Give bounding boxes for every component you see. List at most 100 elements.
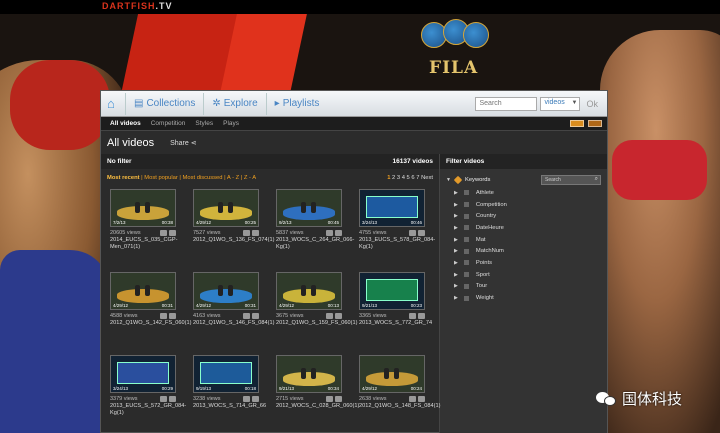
video-thumbnail[interactable]: 9/21/13 00:34 <box>276 355 342 393</box>
video-card[interactable]: 4/29/12 00:24 2638 views 2012_Q1WO_S_148… <box>359 355 440 433</box>
filter-item[interactable]: ▶ Sport <box>454 269 607 281</box>
keywords-row[interactable]: ▼ Keywords Search ⌕ <box>440 169 607 187</box>
expand-icon[interactable]: ▶ <box>454 213 458 219</box>
video-card[interactable]: 9/21/13 00:34 2715 views 2012_WOCS_C_028… <box>276 355 359 433</box>
sort-most-discussed[interactable]: Most discussed <box>183 175 223 181</box>
video-thumbnail[interactable]: 4/29/12 00:31 <box>110 272 176 310</box>
video-thumbnail[interactable]: 9/21/13 00:23 <box>359 272 425 310</box>
share-button[interactable]: Share ⋖ <box>170 139 197 147</box>
playlist-add-icon[interactable] <box>169 396 176 402</box>
video-title[interactable]: 2014_EUCS_S_035_CGP-Men_071(1) <box>110 237 177 251</box>
video-card[interactable]: 4/29/12 00:25 7527 views 2012_Q1WO_S_136… <box>193 189 274 268</box>
playlist-add-icon[interactable] <box>169 230 176 236</box>
video-title[interactable]: 2012_Q1WO_S_142_FS_060(1) <box>110 320 191 327</box>
playlist-add-icon[interactable] <box>335 396 342 402</box>
video-thumbnail[interactable]: 3/24/13 00:29 <box>110 355 176 393</box>
nav-explore[interactable]: ✲ Explore <box>203 92 265 115</box>
playlist-add-icon[interactable] <box>335 313 342 319</box>
checkbox[interactable] <box>463 283 469 289</box>
video-title[interactable]: 2013_EUCS_S_578_GR_084-Kg(1) <box>359 237 435 251</box>
filter-item[interactable]: ▶ Competition <box>454 199 607 211</box>
comment-icon[interactable] <box>243 396 250 402</box>
tab-plays[interactable]: Plays <box>218 120 244 127</box>
video-title[interactable]: 2013_WOCS_S_714_GR_66 <box>193 403 266 410</box>
video-card[interactable]: 7/2/13 00:38 20605 views 2014_EUCS_S_035… <box>110 189 177 268</box>
video-card[interactable]: 9/2/13 00:45 5837 views 2013_WOCS_C_264_… <box>276 189 354 268</box>
comment-icon[interactable] <box>409 396 416 402</box>
expand-icon[interactable]: ▶ <box>454 190 458 196</box>
sort-a-z[interactable]: A - Z <box>227 175 239 181</box>
video-thumbnail[interactable]: 9/19/13 00:18 <box>193 355 259 393</box>
video-thumbnail[interactable]: 7/2/13 00:38 <box>110 189 176 227</box>
playlist-add-icon[interactable] <box>252 396 259 402</box>
video-card[interactable]: 4/29/12 00:13 3675 views 2012_Q1WO_S_159… <box>276 272 357 351</box>
home-icon[interactable]: ⌂ <box>107 96 121 111</box>
video-title[interactable]: 2013_EUCS_S_572_GR_084-Kg(1) <box>110 403 186 417</box>
filter-search-input[interactable]: Search ⌕ <box>541 175 601 185</box>
video-thumbnail[interactable]: 3/24/13 00:46 <box>359 189 425 227</box>
checkbox[interactable] <box>463 272 469 278</box>
expand-icon[interactable]: ▶ <box>454 272 458 278</box>
filter-item[interactable]: ▶ Mat <box>454 234 607 246</box>
checkbox[interactable] <box>463 248 469 254</box>
collapse-icon[interactable]: ▼ <box>446 177 451 183</box>
search-icon[interactable]: ⌕ <box>595 176 598 183</box>
checkbox[interactable] <box>463 295 469 301</box>
video-card[interactable]: 9/19/13 00:18 3238 views 2013_WOCS_S_714… <box>193 355 266 433</box>
expand-icon[interactable]: ▶ <box>454 248 458 254</box>
grid-view-icon[interactable] <box>570 120 584 127</box>
video-title[interactable]: 2012_WOCS_C_028_GR_060(1) <box>276 403 359 410</box>
playlist-add-icon[interactable] <box>252 313 259 319</box>
expand-icon[interactable]: ▶ <box>454 225 458 231</box>
sort-z-a[interactable]: Z - A <box>244 175 256 181</box>
comment-icon[interactable] <box>160 396 167 402</box>
playlist-add-icon[interactable] <box>418 396 425 402</box>
comment-icon[interactable] <box>160 313 167 319</box>
tab-styles[interactable]: Styles <box>190 120 218 127</box>
comment-icon[interactable] <box>409 230 416 236</box>
page-current[interactable]: 1 <box>387 175 390 181</box>
comment-icon[interactable] <box>409 313 416 319</box>
filter-item[interactable]: ▶ Points <box>454 257 607 269</box>
search-input[interactable] <box>475 96 538 111</box>
video-title[interactable]: 2012_Q1WO_S_146_FS_084(1) <box>193 320 274 327</box>
playlist-add-icon[interactable] <box>418 313 425 319</box>
video-card[interactable]: 3/24/13 00:46 4755 views 2013_EUCS_S_578… <box>359 189 435 268</box>
video-thumbnail[interactable]: 4/29/12 00:13 <box>276 272 342 310</box>
video-title[interactable]: 2012_Q1WO_S_159_FS_060(1) <box>276 320 357 327</box>
playlist-add-icon[interactable] <box>252 230 259 236</box>
checkbox[interactable] <box>463 237 469 243</box>
page-links[interactable]: 2 3 4 5 6 7 <box>392 175 419 181</box>
filter-item[interactable]: ▶ Tour <box>454 281 607 293</box>
playlist-add-icon[interactable] <box>418 230 425 236</box>
expand-icon[interactable]: ▶ <box>454 295 458 301</box>
expand-icon[interactable]: ▶ <box>454 202 458 208</box>
filter-item[interactable]: ▶ Athlete <box>454 187 607 199</box>
video-title[interactable]: 2013_WOCS_S_772_GR_74 <box>359 320 432 327</box>
playlist-add-icon[interactable] <box>335 230 342 236</box>
filter-item[interactable]: ▶ DateHeure <box>454 222 607 234</box>
tab-all-videos[interactable]: All videos <box>105 120 146 127</box>
video-card[interactable]: 3/24/13 00:29 3379 views 2013_EUCS_S_572… <box>110 355 186 433</box>
video-title[interactable]: 2013_WOCS_C_264_GR_066-Kg(1) <box>276 237 354 251</box>
expand-icon[interactable]: ▶ <box>454 260 458 266</box>
nav-playlists[interactable]: ▸ Playlists <box>265 92 328 115</box>
comment-icon[interactable] <box>326 396 333 402</box>
checkbox[interactable] <box>463 213 469 219</box>
filter-item[interactable]: ▶ MatchNum <box>454 245 607 257</box>
comment-icon[interactable] <box>326 313 333 319</box>
video-card[interactable]: 4/29/12 00:31 4588 views 2012_Q1WO_S_142… <box>110 272 191 351</box>
comment-icon[interactable] <box>243 230 250 236</box>
checkbox[interactable] <box>463 260 469 266</box>
dartfish-logo[interactable]: DARTFISH.TV <box>102 1 173 11</box>
video-thumbnail[interactable]: 4/29/12 00:31 <box>193 272 259 310</box>
video-title[interactable]: 2012_Q1WO_S_148_FS_084(1) <box>359 403 440 410</box>
nav-collections[interactable]: ▤ Collections <box>125 92 203 115</box>
video-title[interactable]: 2012_Q1WO_S_136_FS_074(1) <box>193 237 274 244</box>
filter-item[interactable]: ▶ Weight <box>454 292 607 304</box>
checkbox[interactable] <box>463 190 469 196</box>
comment-icon[interactable] <box>326 230 333 236</box>
checkbox[interactable] <box>463 202 469 208</box>
video-card[interactable]: 9/21/13 00:23 3365 views 2013_WOCS_S_772… <box>359 272 432 351</box>
sort-most-popular[interactable]: Most popular <box>144 175 178 181</box>
